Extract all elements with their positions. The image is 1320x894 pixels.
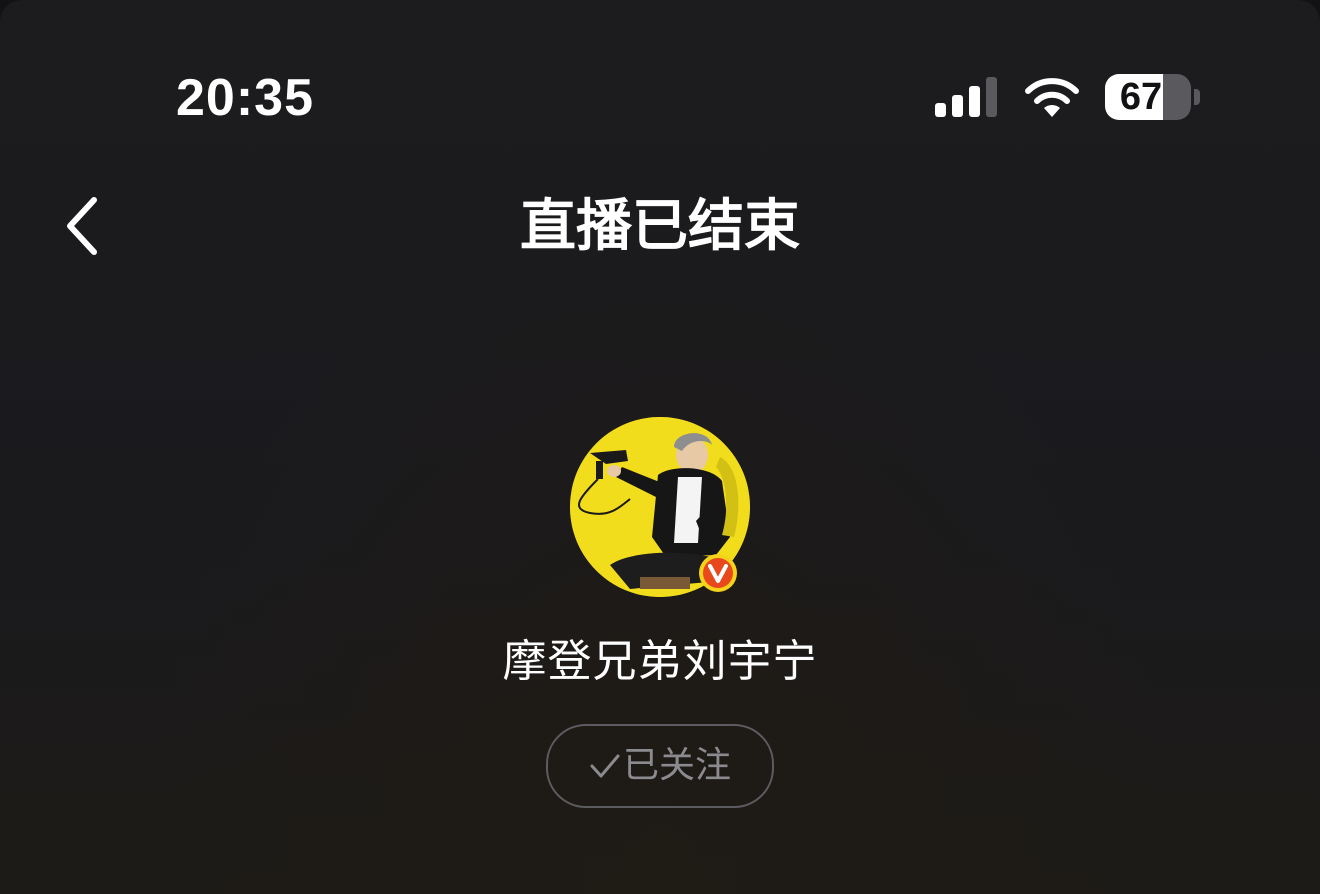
- verified-badge-icon: [699, 554, 737, 592]
- streamer-avatar-wrap[interactable]: [570, 417, 750, 597]
- battery-level: 67: [1119, 76, 1163, 118]
- following-label: 已关注: [622, 745, 731, 786]
- status-icons: 67: [935, 74, 1200, 120]
- streamer-name[interactable]: 摩登兄弟刘宇宁: [0, 632, 1320, 692]
- battery-cap: [1194, 89, 1200, 105]
- page-title: 直播已结束: [520, 194, 800, 259]
- following-button[interactable]: 已关注: [546, 724, 774, 808]
- signal-icon: [935, 77, 997, 117]
- battery-icon: 67: [1105, 74, 1191, 120]
- check-icon: [590, 754, 620, 778]
- live-ended-screen: 20:35 67 直播已结束 摩登兄弟刘宇宁 已关注: [0, 0, 1320, 894]
- status-time: 20:35: [176, 69, 314, 127]
- wifi-icon: [1025, 78, 1079, 117]
